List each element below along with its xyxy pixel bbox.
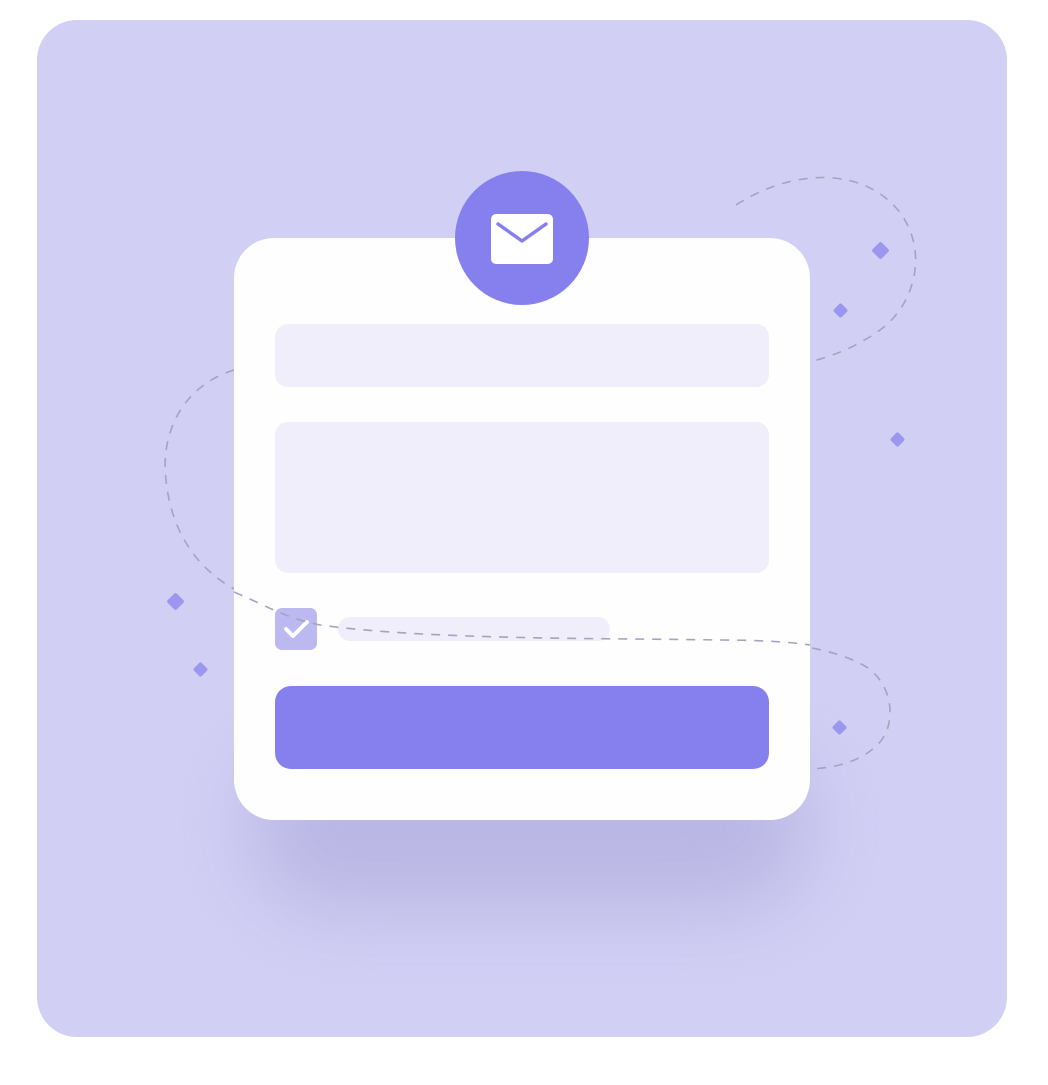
orbit-decoration-overlay bbox=[233, 591, 811, 646]
illustration-stage bbox=[0, 0, 1048, 1085]
dashed-orbit-over-card bbox=[233, 591, 811, 646]
email-badge bbox=[455, 171, 589, 305]
envelope-icon bbox=[491, 214, 553, 264]
